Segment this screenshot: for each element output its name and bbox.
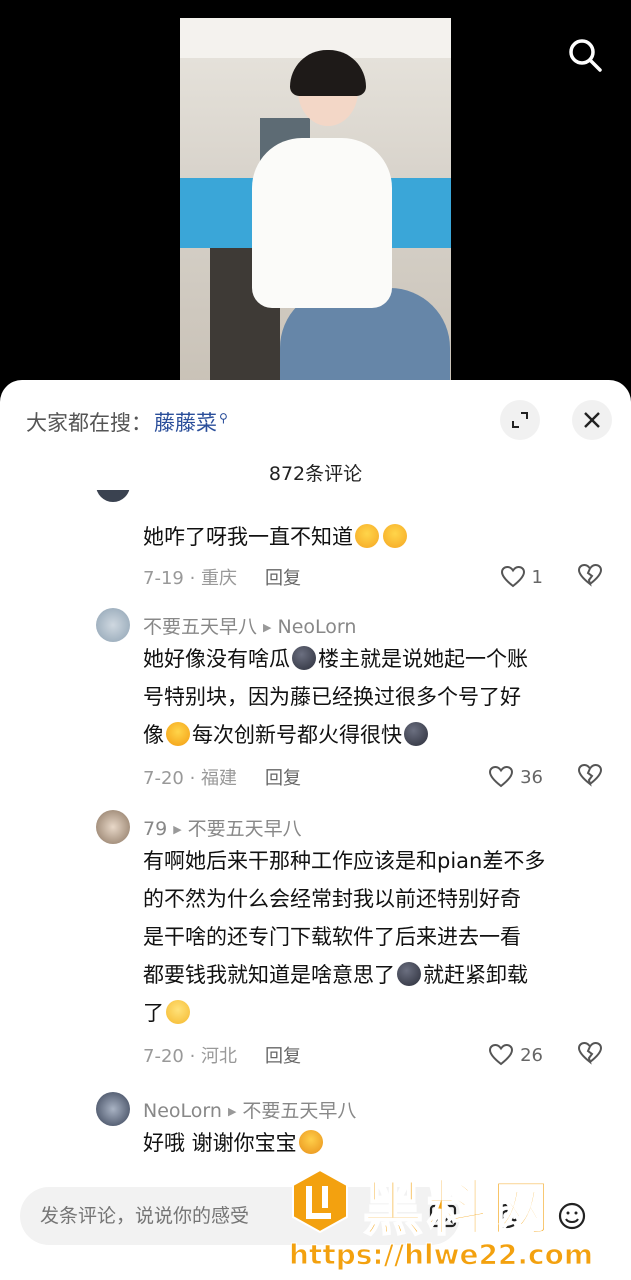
page: 大家都在搜： 藤藤菜 ⚲ 872条评论 她咋了呀我一直不知道 7-19 · 重庆… [0, 0, 631, 1280]
comment-sheet: 大家都在搜： 藤藤菜 ⚲ 872条评论 她咋了呀我一直不知道 7-19 · 重庆… [0, 380, 631, 1280]
trending-search-prefix: 大家都在搜： [26, 411, 152, 435]
comment-list: 她咋了呀我一直不知道 7-19 · 重庆 回复 1 不要五天早八 ▶ NeoLo… [0, 490, 631, 1180]
dislike-button[interactable] [577, 563, 603, 592]
heart-icon [500, 565, 525, 588]
reply-arrow-icon: ▶ [227, 1105, 237, 1118]
dislike-button[interactable] [577, 763, 603, 792]
comment-count: 872条评论 [268, 463, 363, 485]
reply-arrow-icon: ▶ [173, 823, 182, 836]
person-shirt [252, 138, 392, 308]
avatar[interactable] [96, 810, 130, 844]
reply-button[interactable]: 回复 [265, 1042, 301, 1068]
comment-input[interactable] [20, 1187, 460, 1245]
heart-icon [489, 765, 514, 788]
like-count: 36 [520, 766, 543, 788]
like-button[interactable]: 26 [488, 1043, 543, 1067]
dark-face-emoji-icon [404, 722, 428, 746]
comment-meta: 7-20 · 福建 回复 36 [143, 763, 613, 791]
comment-text: 有啊她后来干那种工作应该是和pian差不多 的不然为什么会经常封我以前还特别好奇… [143, 849, 546, 1025]
like-button[interactable]: 1 [500, 565, 543, 589]
comment-text: 她咋了呀我一直不知道 [143, 518, 613, 556]
comment-date-location: 7-20 · 河北 [143, 1046, 238, 1067]
comment-username[interactable]: 不要五天早八 ▶ NeoLorn [143, 612, 356, 639]
dislike-button[interactable] [577, 1041, 603, 1070]
search-icon[interactable] [566, 36, 604, 74]
trending-search[interactable]: 大家都在搜： 藤藤菜 ⚲ [26, 406, 228, 438]
broken-heart-icon [577, 1041, 603, 1065]
heart-icon [489, 1043, 514, 1066]
trending-search-keyword[interactable]: 藤藤菜 [154, 407, 217, 437]
close-icon [584, 412, 600, 428]
reply-arrow-icon: ▶ [263, 621, 272, 634]
comment-date-location: 7-19 · 重庆 [143, 568, 238, 589]
avatar[interactable] [96, 1092, 130, 1126]
comment-meta: 7-19 · 重庆 回复 1 [143, 563, 613, 591]
emoji-icon[interactable] [557, 1201, 587, 1231]
dark-face-emoji-icon [292, 646, 316, 670]
at-mention-icon[interactable] [492, 1201, 522, 1231]
dark-face-emoji-icon [397, 962, 421, 986]
comment-username[interactable]: NeoLorn ▶ 不要五天早八 [143, 1096, 356, 1123]
avatar[interactable] [96, 608, 130, 642]
broken-heart-icon [577, 563, 603, 587]
comment-text: 她好像没有啥瓜 楼主就是说她起一个账 号特别块，因为藤已经换过很多个号了好 像每次… [143, 646, 528, 747]
avatar[interactable] [96, 490, 130, 502]
like-count: 1 [531, 566, 543, 588]
video-player[interactable] [180, 18, 451, 398]
cry-emoji-icon [355, 524, 379, 548]
expand-button[interactable] [500, 400, 540, 440]
comment-input-bar [0, 1175, 631, 1280]
comment-username[interactable]: 79 ▶ 不要五天早八 [143, 814, 302, 841]
comment-meta: 7-20 · 河北 回复 26 [143, 1041, 613, 1069]
like-count: 26 [520, 1044, 543, 1066]
like-button[interactable]: 36 [488, 765, 543, 789]
expand-icon [512, 412, 528, 428]
cat-face-emoji-icon [298, 1130, 323, 1154]
close-button[interactable] [572, 400, 612, 440]
dizzy-face-emoji-icon [166, 1000, 190, 1024]
reply-button[interactable]: 回复 [265, 564, 301, 590]
comment-text: 好哦 谢谢你宝宝 [143, 1124, 613, 1162]
laugh-cry-emoji-icon [166, 722, 190, 746]
cry-emoji-icon [383, 524, 407, 548]
reply-button[interactable]: 回复 [265, 764, 301, 790]
small-search-icon: ⚲ [219, 411, 228, 425]
image-icon[interactable] [428, 1201, 458, 1231]
comment-date-location: 7-20 · 福建 [143, 768, 238, 789]
broken-heart-icon [577, 763, 603, 787]
